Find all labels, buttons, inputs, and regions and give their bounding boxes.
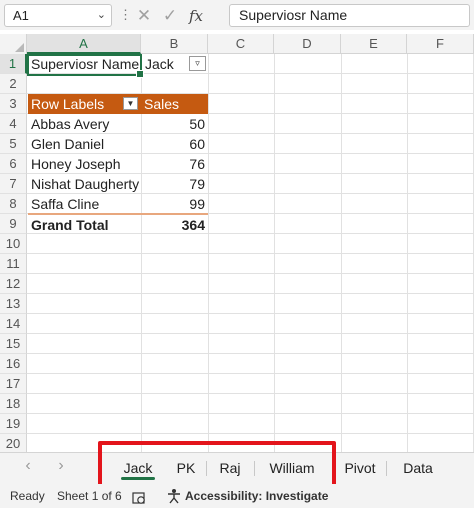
column-headers: A B C D E F	[0, 34, 474, 54]
dropdown-arrow-icon[interactable]: ▼	[123, 97, 138, 110]
pivot-values-header: Sales	[141, 94, 208, 114]
cell-a1[interactable]: Superviosr Name	[28, 54, 140, 74]
row-header-5[interactable]: 5	[0, 134, 27, 154]
status-accessibility[interactable]: Accessibility: Investigate	[185, 484, 328, 508]
insert-function-icon[interactable]: fx	[183, 7, 209, 25]
previous-sheet-icon[interactable]: ‹	[18, 457, 38, 475]
name-box-value: A1	[13, 8, 29, 23]
chevron-down-icon[interactable]: ⌄	[97, 5, 106, 26]
gridline	[27, 253, 474, 254]
pivot-row-labels-text: Row Labels	[31, 96, 105, 112]
row-header-12[interactable]: 12	[0, 274, 27, 294]
cancel-icon[interactable]: ✕	[131, 6, 157, 26]
column-header-e[interactable]: E	[341, 34, 407, 54]
pivot-row-labels-header: Row Labels ▼	[28, 94, 141, 114]
tab-pk[interactable]: PK	[167, 453, 205, 484]
pivot-row-label[interactable]: Abbas Avery	[28, 114, 140, 134]
pivot-row-value[interactable]: 50	[141, 114, 208, 134]
formula-input[interactable]: Superviosr Name	[229, 4, 470, 27]
row-header-8[interactable]: 8	[0, 194, 27, 214]
formula-actions: ✕ ✓ fx	[131, 4, 223, 27]
tab-label: Jack	[123, 460, 153, 476]
row-header-19[interactable]: 19	[0, 414, 27, 434]
gridline	[27, 333, 474, 334]
pivot-row-value[interactable]: 60	[141, 134, 208, 154]
tab-william[interactable]: William	[257, 453, 327, 484]
row-header-20[interactable]: 20	[0, 434, 27, 452]
tab-divider	[386, 461, 387, 476]
cell-b1[interactable]: Jack	[142, 54, 187, 74]
column-header-b[interactable]: B	[141, 34, 208, 54]
row-header-4[interactable]: 4	[0, 114, 27, 134]
row-header-3[interactable]: 3	[0, 94, 27, 114]
gridline	[27, 413, 474, 414]
spreadsheet-grid[interactable]: A B C D E F 1 2 3 4 5 6 7 8 9 10 11 12 13 14 15 16 17 18 1…	[0, 34, 474, 452]
row-header-2[interactable]: 2	[0, 74, 27, 94]
active-tab-indicator	[121, 477, 155, 480]
gridline	[27, 373, 474, 374]
row-header-9[interactable]: 9	[0, 214, 27, 234]
tab-divider	[254, 461, 255, 476]
pivot-row-label[interactable]: Glen Daniel	[28, 134, 140, 154]
pivot-row-value[interactable]: 76	[141, 154, 208, 174]
formula-bar: A1 ⌄ ⋮ ✕ ✓ fx Superviosr Name	[0, 0, 474, 30]
pivot-row-label[interactable]: Honey Joseph	[28, 154, 140, 174]
row-header-6[interactable]: 6	[0, 154, 27, 174]
pivot-row-label[interactable]: Nishat Daugherty	[28, 174, 140, 194]
status-ready: Ready	[10, 489, 45, 503]
enter-icon[interactable]: ✓	[157, 6, 183, 26]
row-header-14[interactable]: 14	[0, 314, 27, 334]
gridline	[27, 433, 474, 434]
row-header-7[interactable]: 7	[0, 174, 27, 194]
pivot-row-value[interactable]: 79	[141, 174, 208, 194]
gridline	[27, 273, 474, 274]
accessibility-icon[interactable]	[167, 488, 181, 504]
tab-pivot[interactable]: Pivot	[335, 453, 385, 484]
gridline	[27, 293, 474, 294]
grand-total-value[interactable]: 364	[141, 215, 208, 235]
grand-total-label[interactable]: Grand Total	[28, 215, 140, 235]
gridline	[27, 313, 474, 314]
tab-raj[interactable]: Raj	[207, 453, 253, 484]
name-box[interactable]: A1 ⌄	[4, 4, 112, 27]
row-header-1[interactable]: 1	[0, 54, 27, 74]
pivot-row-value[interactable]: 99	[141, 194, 208, 214]
tab-data[interactable]: Data	[393, 453, 443, 484]
column-header-a[interactable]: A	[27, 34, 141, 54]
column-header-d[interactable]: D	[274, 34, 341, 54]
row-header-15[interactable]: 15	[0, 334, 27, 354]
gridline	[27, 353, 474, 354]
select-all-button[interactable]	[0, 34, 27, 54]
gridline	[27, 393, 474, 394]
status-bar: Ready Sheet 1 of 6 Accessibility: Invest…	[0, 484, 474, 508]
row-header-10[interactable]: 10	[0, 234, 27, 254]
filter-icon[interactable]: ▿	[189, 56, 206, 71]
column-header-f[interactable]: F	[407, 34, 474, 54]
macro-recording-icon[interactable]	[132, 489, 146, 504]
row-header-17[interactable]: 17	[0, 374, 27, 394]
status-sheet-info: Sheet 1 of 6	[57, 489, 122, 503]
row-header-18[interactable]: 18	[0, 394, 27, 414]
column-header-c[interactable]: C	[208, 34, 274, 54]
tab-jack[interactable]: Jack	[112, 453, 164, 484]
sheet-tab-bar: ‹ › Jack PK Raj William Pivot Data	[0, 452, 474, 484]
row-header-13[interactable]: 13	[0, 294, 27, 314]
pivot-row-label[interactable]: Saffa Cline	[28, 194, 140, 214]
next-sheet-icon[interactable]: ›	[51, 457, 71, 475]
row-header-11[interactable]: 11	[0, 254, 27, 274]
row-header-16[interactable]: 16	[0, 354, 27, 374]
